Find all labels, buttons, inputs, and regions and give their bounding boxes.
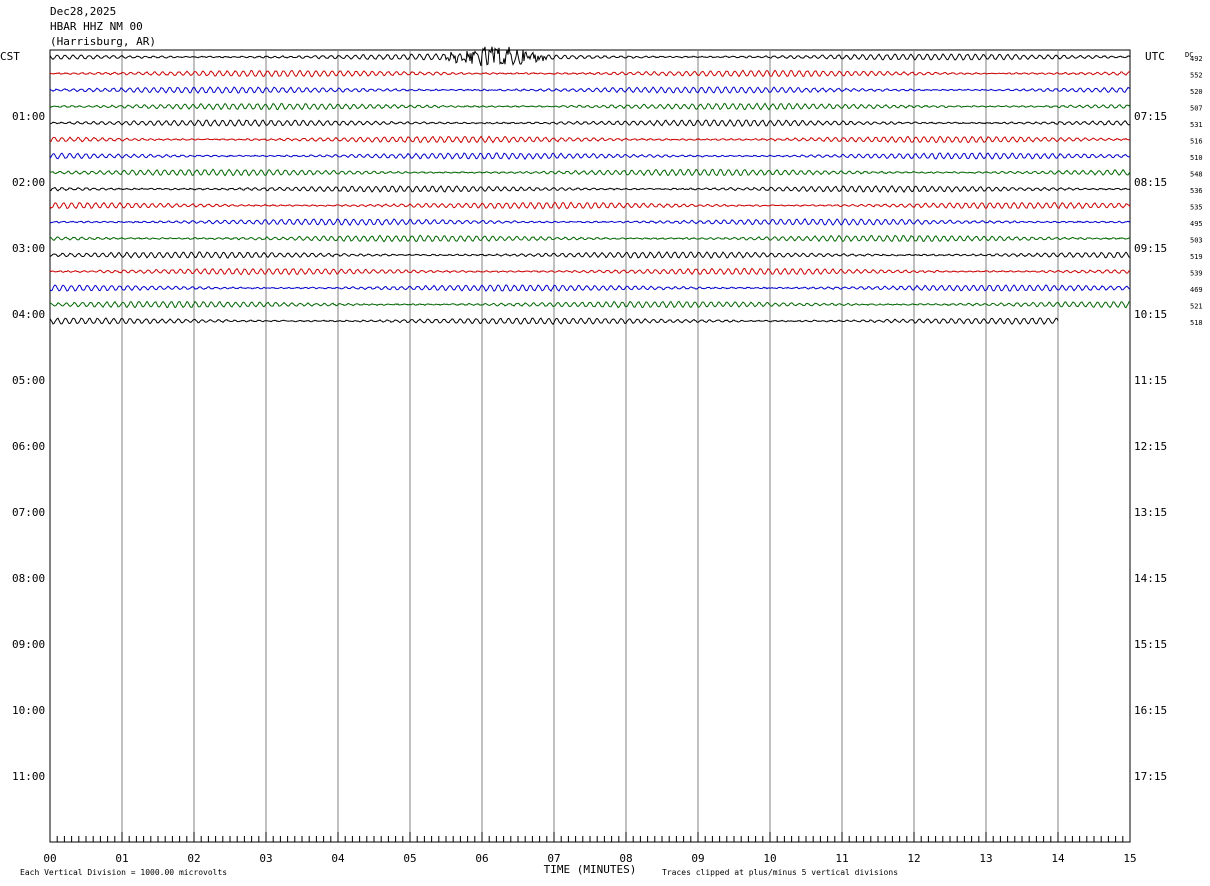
seismic-trace	[49, 168, 1131, 177]
dc-offset-label: 516	[1190, 138, 1203, 146]
dc-offset-label: 495	[1190, 220, 1203, 228]
dc-offset-label: 510	[1190, 154, 1203, 162]
x-tick-label: 02	[187, 852, 200, 865]
right-hour-label: 14:15	[1134, 572, 1167, 585]
seismic-trace	[49, 251, 1131, 259]
seismic-trace	[49, 185, 1131, 193]
right-timezone-label: UTC	[1145, 50, 1165, 63]
right-hour-label: 09:15	[1134, 242, 1167, 255]
x-tick-label: 03	[259, 852, 272, 865]
right-hour-label: 15:15	[1134, 638, 1167, 651]
seismic-trace	[49, 300, 1131, 309]
plot-frame	[49, 49, 1131, 843]
right-hour-label: 12:15	[1134, 440, 1167, 453]
left-hour-label: 09:00	[12, 638, 45, 651]
seismic-trace	[49, 86, 1131, 94]
x-tick-label: 13	[979, 852, 992, 865]
right-hour-label: 17:15	[1134, 770, 1167, 783]
x-tick-label: 05	[403, 852, 416, 865]
clip-note: Traces clipped at plus/minus 5 vertical …	[662, 868, 898, 877]
x-tick-label: 15	[1123, 852, 1136, 865]
right-hour-label: 11:15	[1134, 374, 1167, 387]
left-hour-label: 08:00	[12, 572, 45, 585]
left-hour-label: 06:00	[12, 440, 45, 453]
left-hour-label: 05:00	[12, 374, 45, 387]
seismic-trace	[49, 135, 1131, 144]
helicorder-plot: 00 01 02 03 04 05 06 07 08 09 10 11 12 13 14 15TIME (MI…	[0, 46, 1203, 877]
left-hour-label: 07:00	[12, 506, 45, 519]
dc-offset-label: 492	[1190, 55, 1203, 63]
scale-note: Each Vertical Division = 1000.00 microvo…	[20, 868, 227, 877]
dc-offset-label: 469	[1190, 286, 1203, 294]
x-tick-label: 00	[43, 852, 56, 865]
x-tick-label: 06	[475, 852, 488, 865]
x-tick-label: 09	[691, 852, 704, 865]
seismic-trace	[49, 201, 1131, 210]
dc-offset-label: 531	[1190, 121, 1203, 129]
dc-offset-label: 518	[1190, 319, 1203, 327]
dc-offset-label: 536	[1190, 187, 1203, 195]
seismic-trace	[49, 102, 1131, 111]
dc-offset-label: 507	[1190, 105, 1203, 113]
seismic-trace	[49, 69, 1131, 78]
right-hour-label: 13:15	[1134, 506, 1167, 519]
seismic-trace	[49, 234, 1131, 243]
left-timezone-label: CST	[0, 50, 20, 63]
left-hour-label: 04:00	[12, 308, 45, 321]
seismic-trace	[49, 218, 1131, 226]
left-hour-label: 10:00	[12, 704, 45, 717]
right-hour-label: 08:15	[1134, 176, 1167, 189]
dc-offset-label: 520	[1190, 88, 1203, 96]
dc-offset-label: 519	[1190, 253, 1203, 261]
x-tick-label: 01	[115, 852, 128, 865]
left-hour-label: 03:00	[12, 242, 45, 255]
right-hour-label: 10:15	[1134, 308, 1167, 321]
left-hour-label: 11:00	[12, 770, 45, 783]
dc-offset-label: 539	[1190, 270, 1203, 278]
seismic-trace	[49, 284, 1131, 292]
x-tick-label: 12	[907, 852, 920, 865]
x-tick-label: 14	[1051, 852, 1065, 865]
right-hour-label: 07:15	[1134, 110, 1167, 123]
right-hour-label: 16:15	[1134, 704, 1167, 717]
dc-offset-label: 548	[1190, 171, 1203, 179]
left-hour-label: 01:00	[12, 110, 45, 123]
seismic-trace	[49, 119, 1131, 127]
seismic-trace	[49, 152, 1131, 160]
dc-offset-label: 521	[1190, 303, 1203, 311]
seismic-trace	[49, 267, 1131, 276]
left-hour-label: 02:00	[12, 176, 45, 189]
x-tick-label: 11	[835, 852, 848, 865]
dc-offset-label: 552	[1190, 72, 1203, 80]
dc-offset-label: 535	[1190, 204, 1203, 212]
x-axis-title: TIME (MINUTES)	[544, 863, 637, 876]
x-tick-label: 04	[331, 852, 345, 865]
dc-offset-label: 503	[1190, 237, 1203, 245]
x-tick-label: 10	[763, 852, 776, 865]
